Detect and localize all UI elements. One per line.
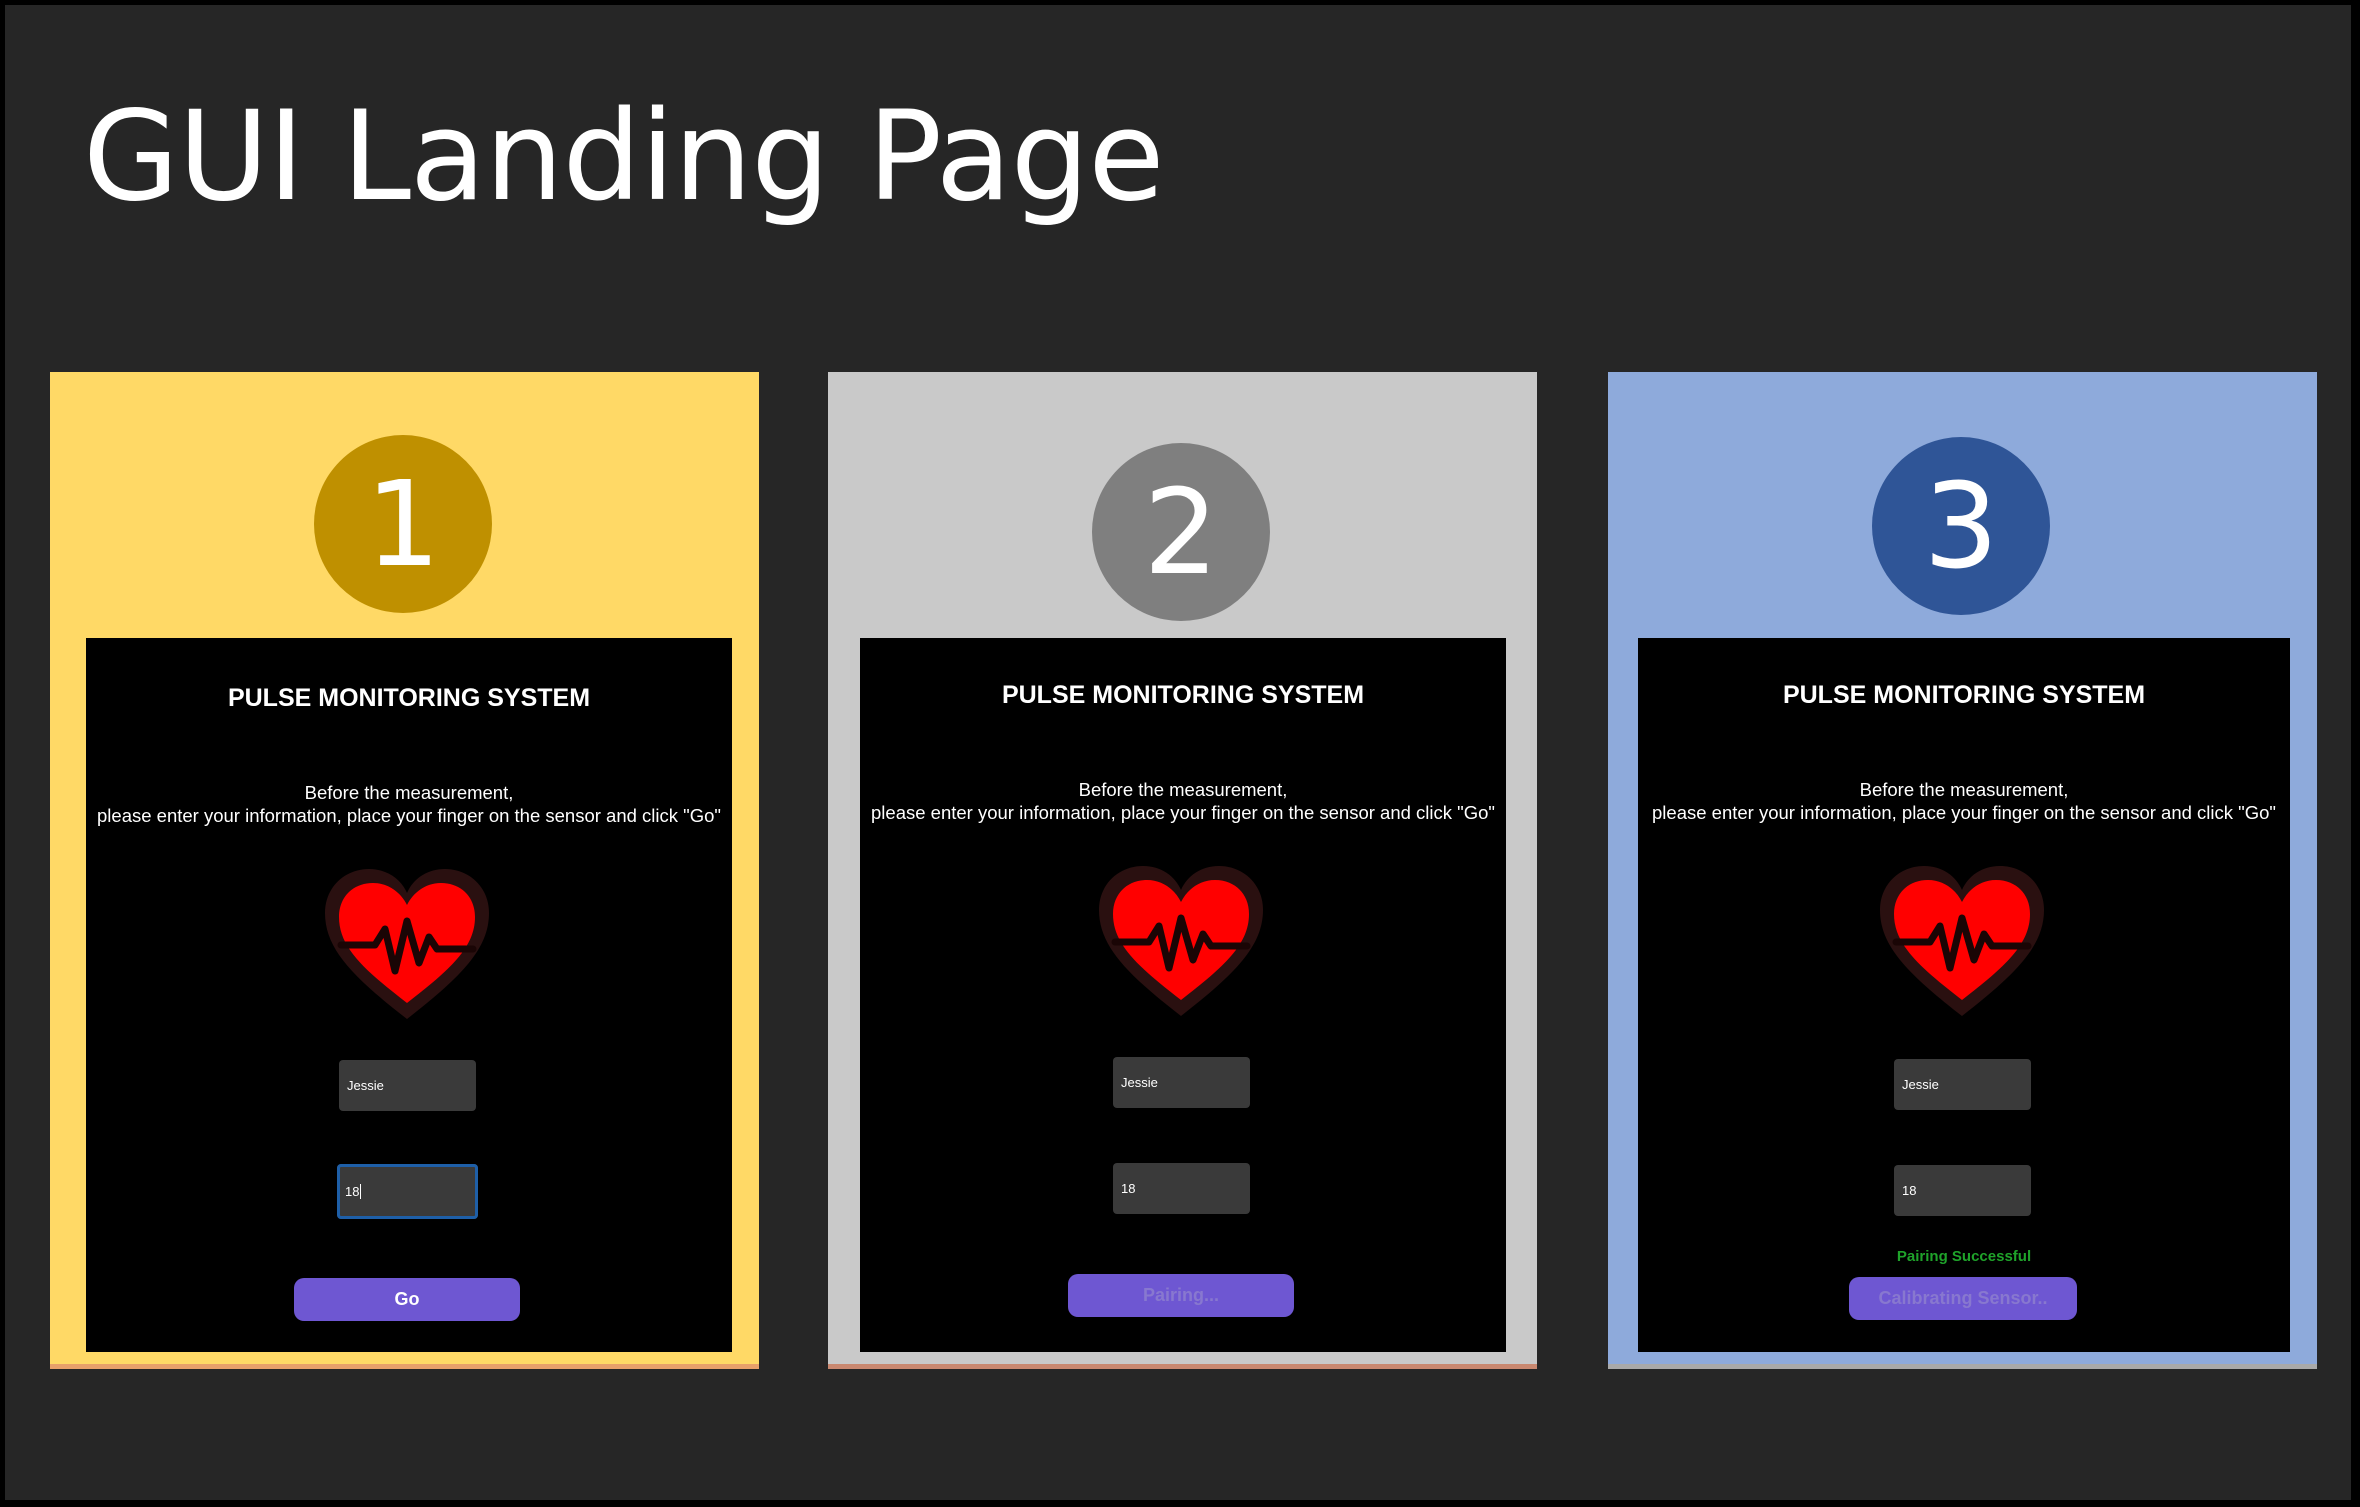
- page-title: GUI Landing Page: [83, 85, 1165, 229]
- heart-pulse-icon: [1099, 866, 1263, 1016]
- step-panel-1: 1 PULSE MONITORING SYSTEM Before the mea…: [50, 372, 759, 1369]
- heart-pulse-icon: [1880, 866, 2044, 1016]
- pairing-status: Pairing Successful: [1896, 1248, 2032, 1265]
- app-screen: PULSE MONITORING SYSTEM Before the measu…: [860, 638, 1506, 1352]
- instruction-text: Before the measurement, please enter you…: [86, 781, 732, 827]
- app-screen: PULSE MONITORING SYSTEM Before the measu…: [1638, 638, 2290, 1352]
- instruction-line-2: please enter your information, place you…: [97, 805, 721, 826]
- instruction-line-2: please enter your information, place you…: [871, 802, 1495, 823]
- step-badge: 1: [314, 435, 492, 613]
- step-badge: 2: [1092, 443, 1270, 621]
- instruction-line-1: Before the measurement,: [1859, 779, 2069, 800]
- app-title: PULSE MONITORING SYSTEM: [1782, 681, 2146, 709]
- app-screen: PULSE MONITORING SYSTEM Before the measu…: [86, 638, 732, 1352]
- panel-edge: [1608, 1364, 2317, 1369]
- app-title: PULSE MONITORING SYSTEM: [227, 684, 591, 712]
- step-number: 2: [1143, 463, 1219, 601]
- step-number: 3: [1923, 457, 1999, 595]
- name-input-value: Jessie: [1121, 1075, 1158, 1090]
- age-input[interactable]: 18: [1894, 1165, 2031, 1216]
- panel-edge: [828, 1364, 1537, 1369]
- age-input-value: 18: [345, 1184, 360, 1199]
- step-panel-3: 3 PULSE MONITORING SYSTEM Before the mea…: [1608, 372, 2317, 1369]
- instruction-text: Before the measurement, please enter you…: [860, 778, 1506, 824]
- instruction-line-2: please enter your information, place you…: [1652, 802, 2276, 823]
- step-number: 1: [365, 455, 441, 593]
- step-panel-2: 2 PULSE MONITORING SYSTEM Before the mea…: [828, 372, 1537, 1369]
- pairing-button[interactable]: Pairing...: [1068, 1274, 1294, 1317]
- name-input[interactable]: Jessie: [339, 1060, 476, 1111]
- age-input[interactable]: 18: [1113, 1163, 1250, 1214]
- age-input-value: 18: [1121, 1181, 1136, 1196]
- name-input-value: Jessie: [347, 1078, 384, 1093]
- step-badge: 3: [1872, 437, 2050, 615]
- name-input[interactable]: Jessie: [1113, 1057, 1250, 1108]
- slide: GUI Landing Page 1 PULSE MONITORING SYST…: [5, 5, 2351, 1500]
- calibrating-button[interactable]: Calibrating Sensor..: [1849, 1277, 2077, 1320]
- instruction-line-1: Before the measurement,: [1078, 779, 1288, 800]
- panel-edge: [50, 1364, 759, 1369]
- instruction-text: Before the measurement, please enter you…: [1638, 778, 2290, 824]
- app-title: PULSE MONITORING SYSTEM: [1001, 681, 1365, 709]
- age-input[interactable]: 18: [337, 1164, 478, 1219]
- age-input-value: 18: [1902, 1183, 1917, 1198]
- heart-pulse-icon: [325, 869, 489, 1019]
- go-button[interactable]: Go: [294, 1278, 520, 1321]
- text-caret: [360, 1184, 362, 1199]
- name-input[interactable]: Jessie: [1894, 1059, 2031, 1110]
- instruction-line-1: Before the measurement,: [304, 782, 514, 803]
- name-input-value: Jessie: [1902, 1077, 1939, 1092]
